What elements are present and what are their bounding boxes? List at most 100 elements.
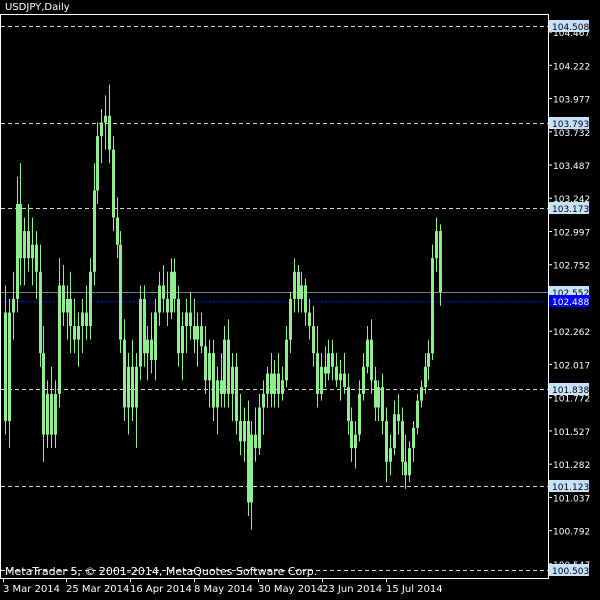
candle-body <box>231 366 234 394</box>
candle-body <box>377 387 380 408</box>
candle-body <box>12 298 15 313</box>
candle-body <box>270 373 273 394</box>
candle-body <box>266 373 269 394</box>
candle-body <box>358 393 361 435</box>
price-chart[interactable]: 104.467104.222103.977103.732103.487103.2… <box>0 0 600 600</box>
candle-body <box>8 312 11 422</box>
candle-body <box>150 339 153 360</box>
candle-body <box>297 271 300 299</box>
candle-body <box>158 285 161 313</box>
x-tick-label: 30 May 2014 <box>258 584 323 595</box>
chart-window: 104.467 104.222 103.977 103.732 103.487 103.2… <box>0 0 600 600</box>
candle-body <box>289 298 292 340</box>
candle-body <box>27 231 30 259</box>
candle-body <box>77 326 80 340</box>
candle-body <box>350 421 353 449</box>
candle-body <box>16 203 19 299</box>
candle-body <box>223 339 226 394</box>
candle-body <box>212 353 215 408</box>
candle-body <box>254 434 257 449</box>
candle-body <box>393 414 396 449</box>
candle-body <box>247 421 250 503</box>
y-tick-label: 104.222 <box>553 62 590 72</box>
candle-body <box>54 393 57 435</box>
level-price-label: 101.123 <box>552 483 589 493</box>
candle-body <box>343 373 346 388</box>
candle-body <box>354 434 357 449</box>
candle-body <box>104 115 107 123</box>
candle-body <box>385 421 388 462</box>
candle-body <box>200 326 203 347</box>
candle-body <box>193 326 196 340</box>
candle-body <box>181 326 184 354</box>
candle-body <box>381 387 384 422</box>
candle-body <box>196 326 199 340</box>
candle-body <box>146 339 149 354</box>
x-tick-label: 15 Jul 2014 <box>386 584 443 595</box>
candle-body <box>285 339 288 381</box>
candle-body <box>277 373 280 394</box>
candle-body <box>85 312 88 327</box>
y-tick-label: 101.527 <box>553 428 590 438</box>
candle-body <box>116 217 119 245</box>
candle-body <box>431 258 434 354</box>
candle-body <box>189 312 192 327</box>
candle-body <box>347 387 350 422</box>
candle-body <box>166 298 169 313</box>
level-price-label: 101.838 <box>552 386 589 396</box>
level-price-label: 103.793 <box>552 120 589 130</box>
symbol-title: USDJPY,Daily <box>5 2 70 13</box>
candle-body <box>420 387 423 401</box>
candle-body <box>170 271 173 313</box>
candle-body <box>100 122 103 137</box>
candle-body <box>427 353 430 367</box>
candle-body <box>408 448 411 476</box>
candle-body <box>273 373 276 394</box>
candle-body <box>262 393 265 408</box>
y-tick-label: 103.977 <box>553 96 590 106</box>
x-tick-label: 3 Mar 2014 <box>3 584 60 595</box>
copyright-notice: MetaTrader 5, © 2001-2014, MetaQuotes So… <box>5 565 318 578</box>
candle-body <box>412 427 415 449</box>
candle-body <box>439 231 442 293</box>
y-tick-label: 100.792 <box>553 528 590 538</box>
candle-body <box>112 149 115 218</box>
candle-body <box>58 285 61 394</box>
candle-body <box>416 400 419 428</box>
candle-body <box>73 326 76 340</box>
candle-body <box>31 244 34 259</box>
candle-body <box>131 366 134 408</box>
candle-body <box>250 434 253 503</box>
candle-body <box>389 448 392 462</box>
candle-body <box>185 312 188 327</box>
candle-body <box>35 244 38 272</box>
candle-body <box>89 271 92 327</box>
candle-body <box>401 421 404 462</box>
candle-body <box>320 366 323 394</box>
y-tick-label: 102.752 <box>553 262 590 272</box>
x-tick-label: 23 Jun 2014 <box>322 584 382 595</box>
candle-body <box>227 339 230 394</box>
candle-body <box>239 421 242 442</box>
candle-body <box>324 366 327 374</box>
candle-body <box>424 366 427 388</box>
candle-body <box>123 339 126 408</box>
candle-body <box>50 393 53 435</box>
y-tick-label: 102.017 <box>553 361 590 371</box>
candle-body <box>362 366 365 394</box>
candle-body <box>66 298 69 313</box>
y-tick-label: 103.732 <box>553 129 590 139</box>
level-price-label: 103.173 <box>552 205 589 215</box>
bid-price-label: 102.488 <box>552 298 589 308</box>
candle-body <box>304 285 307 313</box>
candle-body <box>108 115 111 150</box>
candle-body <box>243 421 246 442</box>
y-tick-label: 102.997 <box>553 228 590 238</box>
candle-body <box>177 298 180 354</box>
candle-body <box>173 271 176 299</box>
candle-body <box>404 461 407 476</box>
candle-body <box>216 380 219 408</box>
candle-body <box>397 414 400 422</box>
y-tick-label: 101.037 <box>553 494 590 504</box>
y-tick-label: 101.282 <box>553 461 590 471</box>
